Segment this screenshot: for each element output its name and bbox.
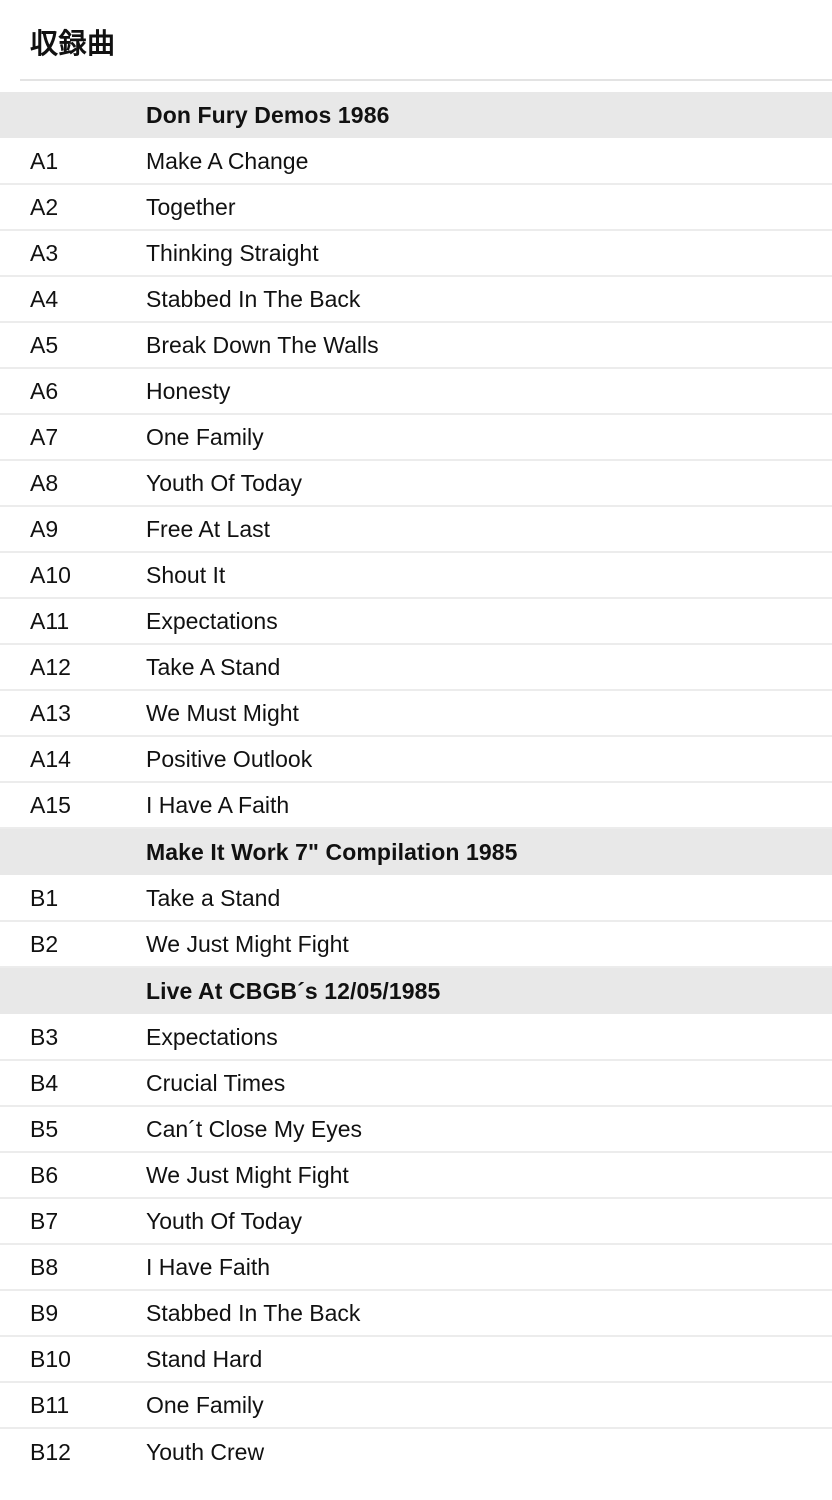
table-row[interactable]: A4 Stabbed In The Back	[0, 276, 832, 323]
table-row[interactable]: A2 Together	[0, 184, 832, 231]
track-title: Together	[146, 184, 832, 231]
track-position: A15	[0, 782, 146, 829]
track-title: Expectations	[146, 598, 832, 645]
track-title: We Must Might	[146, 690, 832, 737]
table-row[interactable]: B2 We Just Might Fight	[0, 921, 832, 968]
track-position: A4	[0, 276, 146, 323]
track-position: B3	[0, 1014, 146, 1061]
table-row[interactable]: B3 Expectations	[0, 1014, 832, 1061]
track-title: We Just Might Fight	[146, 1152, 832, 1199]
tracklist-section-header: Don Fury Demos 1986	[0, 92, 832, 138]
track-position: A14	[0, 736, 146, 783]
section-header-gutter	[0, 92, 146, 138]
table-row[interactable]: A6 Honesty	[0, 368, 832, 415]
track-position: A13	[0, 690, 146, 737]
track-position: A6	[0, 368, 146, 415]
track-title: Honesty	[146, 368, 832, 415]
section-header-gutter	[0, 967, 146, 1014]
table-row[interactable]: B10 Stand Hard	[0, 1336, 832, 1383]
track-title: Make A Change	[146, 138, 832, 185]
track-title: Can´t Close My Eyes	[146, 1106, 832, 1153]
tracklist-section-header: Live At CBGB´s 12/05/1985	[0, 967, 832, 1014]
track-title: Youth Of Today	[146, 1198, 832, 1245]
table-row[interactable]: B4 Crucial Times	[0, 1060, 832, 1107]
table-row[interactable]: B8 I Have Faith	[0, 1244, 832, 1291]
table-row[interactable]: B11 One Family	[0, 1382, 832, 1429]
table-row[interactable]: B6 We Just Might Fight	[0, 1152, 832, 1199]
section-header-gutter	[0, 828, 146, 875]
section-header-label: Don Fury Demos 1986	[146, 92, 832, 138]
tracklist-body: Don Fury Demos 1986 A1 Make A Change A2 Toge…	[0, 92, 832, 1474]
track-position: A3	[0, 230, 146, 277]
track-title: Stand Hard	[146, 1336, 832, 1383]
track-title: Free At Last	[146, 506, 832, 553]
table-row[interactable]: B12 Youth Crew	[0, 1428, 832, 1474]
table-row[interactable]: B7 Youth Of Today	[0, 1198, 832, 1245]
track-position: A12	[0, 644, 146, 691]
track-title: Break Down The Walls	[146, 322, 832, 369]
track-position: B8	[0, 1244, 146, 1291]
table-row[interactable]: B9 Stabbed In The Back	[0, 1290, 832, 1337]
title-divider	[20, 79, 832, 81]
track-title: One Family	[146, 414, 832, 461]
table-row[interactable]: A14 Positive Outlook	[0, 736, 832, 783]
section-header-label: Live At CBGB´s 12/05/1985	[146, 967, 832, 1014]
table-row[interactable]: A13 We Must Might	[0, 690, 832, 737]
track-title: Crucial Times	[146, 1060, 832, 1107]
track-position: A9	[0, 506, 146, 553]
page-title: 収録曲	[30, 28, 116, 59]
table-row[interactable]: A12 Take A Stand	[0, 644, 832, 691]
track-position: A11	[0, 598, 146, 645]
track-title: We Just Might Fight	[146, 921, 832, 968]
track-title: Positive Outlook	[146, 736, 832, 783]
track-position: B4	[0, 1060, 146, 1107]
track-position: A5	[0, 322, 146, 369]
track-title: Shout It	[146, 552, 832, 599]
track-position: A7	[0, 414, 146, 461]
table-row[interactable]: A8 Youth Of Today	[0, 460, 832, 507]
track-title: Thinking Straight	[146, 230, 832, 277]
track-position: A8	[0, 460, 146, 507]
track-position: B2	[0, 921, 146, 968]
tracklist-page: 収録曲 Don Fury Demos 1986 A1 Make A Change A2…	[0, 0, 832, 1500]
track-title: I Have Faith	[146, 1244, 832, 1291]
track-position: B6	[0, 1152, 146, 1199]
table-row[interactable]: A9 Free At Last	[0, 506, 832, 553]
track-position: B5	[0, 1106, 146, 1153]
table-row[interactable]: A3 Thinking Straight	[0, 230, 832, 277]
table-row[interactable]: B5 Can´t Close My Eyes	[0, 1106, 832, 1153]
tracklist-table: Don Fury Demos 1986 A1 Make A Change A2 Toge…	[0, 92, 832, 1474]
track-title: Take a Stand	[146, 875, 832, 922]
table-row[interactable]: A10 Shout It	[0, 552, 832, 599]
track-position: B12	[0, 1428, 146, 1474]
track-title: Stabbed In The Back	[146, 1290, 832, 1337]
track-title: Stabbed In The Back	[146, 276, 832, 323]
track-position: A10	[0, 552, 146, 599]
table-row[interactable]: A5 Break Down The Walls	[0, 322, 832, 369]
track-position: A1	[0, 138, 146, 185]
track-position: B11	[0, 1382, 146, 1429]
track-position: B7	[0, 1198, 146, 1245]
track-title: Youth Of Today	[146, 460, 832, 507]
table-row[interactable]: A15 I Have A Faith	[0, 782, 832, 829]
table-row[interactable]: A11 Expectations	[0, 598, 832, 645]
table-row[interactable]: A7 One Family	[0, 414, 832, 461]
track-title: Youth Crew	[146, 1428, 832, 1474]
track-position: B9	[0, 1290, 146, 1337]
track-position: A2	[0, 184, 146, 231]
section-header-label: Make It Work 7" Compilation 1985	[146, 828, 832, 875]
track-title: Take A Stand	[146, 644, 832, 691]
table-row[interactable]: B1 Take a Stand	[0, 875, 832, 922]
track-title: Expectations	[146, 1014, 832, 1061]
track-title: I Have A Faith	[146, 782, 832, 829]
tracklist-section-header: Make It Work 7" Compilation 1985	[0, 828, 832, 875]
table-row[interactable]: A1 Make A Change	[0, 138, 832, 185]
track-position: B1	[0, 875, 146, 922]
track-position: B10	[0, 1336, 146, 1383]
track-title: One Family	[146, 1382, 832, 1429]
